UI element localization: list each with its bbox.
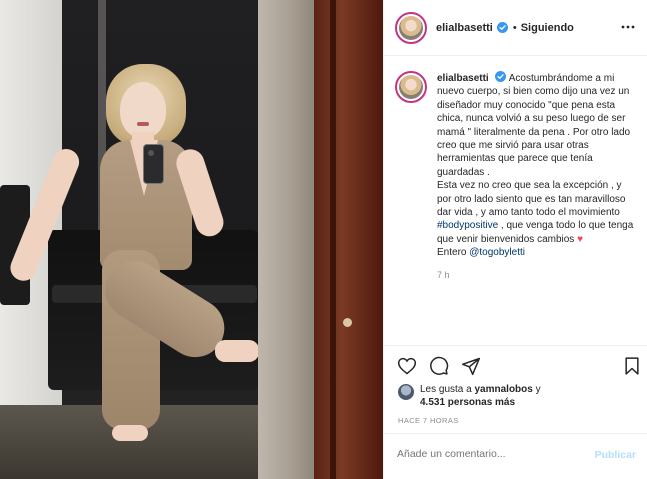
photo-face	[120, 82, 166, 138]
separator-dot: •	[512, 21, 517, 34]
caption-avatar[interactable]	[395, 71, 427, 103]
avatar[interactable]	[395, 11, 427, 44]
heart-emoji: ♥	[577, 233, 584, 245]
photo-door-frame	[258, 0, 314, 479]
caption-line-3-start: Entero	[437, 247, 470, 259]
caption-paragraph-2: Esta vez no creo que sea la excepción , …	[437, 179, 636, 246]
bookmark-icon[interactable]	[622, 356, 642, 376]
post-photo[interactable]	[0, 0, 383, 479]
avatar-image	[399, 15, 423, 40]
photo-phone-camera	[148, 150, 154, 156]
hashtag-link[interactable]: #bodypositive	[437, 220, 498, 231]
comments-area[interactable]: elialbasetti Acostumbrándome a mi nuevo …	[384, 56, 647, 344]
likes-count-link[interactable]: 4.531 personas más	[420, 397, 515, 408]
mention-link[interactable]: @togobyletti	[469, 247, 525, 258]
action-bar	[384, 345, 647, 385]
caption-row: elialbasetti Acostumbrándome a mi nuevo …	[395, 71, 636, 282]
photo-door-panel	[330, 0, 336, 479]
photo-phone	[143, 144, 164, 184]
photo-door-knob	[343, 318, 352, 327]
caption-text: elialbasetti Acostumbrándome a mi nuevo …	[437, 71, 636, 282]
likes-prefix: Les gusta a	[420, 384, 475, 395]
liker-username[interactable]: yamnalobos	[474, 384, 532, 395]
photo-lips	[137, 122, 149, 126]
likes-text: Les gusta a yamnalobos y 4.531 personas …	[420, 383, 541, 409]
photo-foot	[112, 425, 148, 441]
comment-bar: Publicar	[384, 433, 647, 479]
heart-icon[interactable]	[397, 356, 417, 376]
caption-username[interactable]: elialbasetti	[437, 73, 489, 84]
caption-line-2-start: Esta vez no creo que sea la excepción , …	[437, 180, 626, 219]
post-timestamp[interactable]: HACE 7 HORAS	[398, 416, 459, 425]
post-sidebar: elialbasetti • Siguiendo elialbasetti Ac…	[383, 0, 647, 479]
post-header: elialbasetti • Siguiendo	[384, 0, 647, 56]
comment-icon[interactable]	[429, 356, 449, 376]
caption-paragraph-1: elialbasetti Acostumbrándome a mi nuevo …	[437, 71, 636, 179]
comment-input[interactable]	[397, 448, 587, 460]
avatar-image	[399, 75, 423, 99]
verified-badge-icon	[496, 22, 508, 33]
verified-badge-icon	[495, 71, 507, 82]
liker-avatar[interactable]	[398, 384, 414, 400]
likes-connector: y	[532, 384, 541, 395]
likes-summary: Les gusta a yamnalobos y 4.531 personas …	[398, 383, 541, 409]
caption-line-1: Acostumbrándome a mi nuevo cuerpo, si bi…	[437, 73, 631, 178]
caption-time[interactable]: 7 h	[437, 269, 636, 282]
photo-door	[314, 0, 383, 479]
photo-foot	[215, 340, 259, 362]
caption-paragraph-3: Entero @togobyletti	[437, 246, 636, 259]
publish-button[interactable]: Publicar	[595, 449, 636, 461]
following-button[interactable]: Siguiendo	[521, 22, 574, 34]
share-icon[interactable]	[461, 356, 481, 376]
more-options-icon[interactable]	[621, 20, 635, 34]
username-link[interactable]: elialbasetti	[436, 22, 493, 34]
